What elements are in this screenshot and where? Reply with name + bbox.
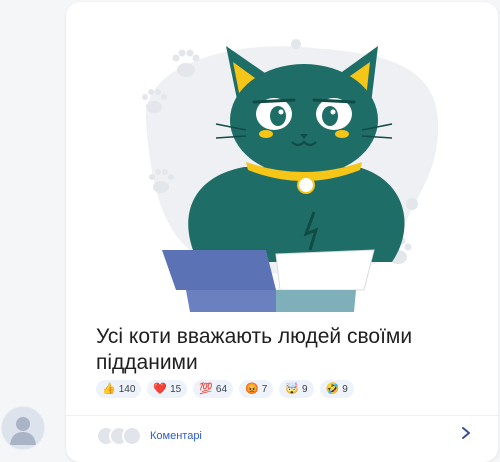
box-front-left: [186, 290, 276, 312]
exploding-head-icon: 🤯: [285, 382, 300, 395]
reaction-count: 15: [170, 383, 182, 395]
cat-in-box-illustration: [142, 39, 439, 312]
post-card: Усі коти вважають людей своїми підданими…: [66, 2, 498, 462]
heart-icon: ❤️: [153, 382, 168, 395]
comments-footer[interactable]: Коментарі: [96, 426, 202, 446]
box-flap-right: [275, 249, 375, 291]
reactions-bar: 👍 140 ❤️ 15 💯 64 😡 7 🤯 9 🤣 9: [96, 380, 354, 398]
commenter-avatars: [96, 426, 142, 446]
thumbs-up-icon: 👍: [102, 382, 116, 395]
reaction-count: 140: [118, 383, 136, 395]
reaction-count: 9: [342, 383, 348, 395]
reaction-hundred-points[interactable]: 💯 64: [193, 380, 234, 398]
reaction-angry-face[interactable]: 😡 7: [239, 380, 274, 398]
post-title: Усі коти вважають людей своїми підданими: [96, 325, 413, 374]
reaction-count: 7: [261, 383, 268, 395]
laughing-face-icon: 🤣: [325, 382, 340, 395]
chevron-right-icon[interactable]: [460, 426, 472, 440]
card-divider: [66, 415, 498, 416]
collar-bell: [297, 176, 315, 194]
box-flap-left: [162, 250, 276, 290]
hundred-points-icon: 💯: [199, 382, 213, 395]
box-front-right: [276, 290, 356, 312]
cat-head: [230, 64, 378, 176]
user-silhouette-icon: [10, 417, 36, 445]
reaction-count: 9: [302, 383, 308, 395]
author-avatar[interactable]: [1, 406, 45, 450]
comments-link[interactable]: Коментарі: [150, 430, 202, 442]
reaction-heart[interactable]: ❤️ 15: [147, 380, 188, 398]
cat-body: [188, 167, 405, 262]
reaction-laughing-face[interactable]: 🤣 9: [319, 380, 354, 398]
angry-face-icon: 😡: [245, 382, 259, 395]
reaction-thumbs-up[interactable]: 👍 140: [96, 380, 142, 398]
reaction-count: 64: [215, 383, 228, 395]
reaction-exploding-head[interactable]: 🤯 9: [279, 380, 314, 398]
commenter-avatar: [122, 426, 142, 446]
